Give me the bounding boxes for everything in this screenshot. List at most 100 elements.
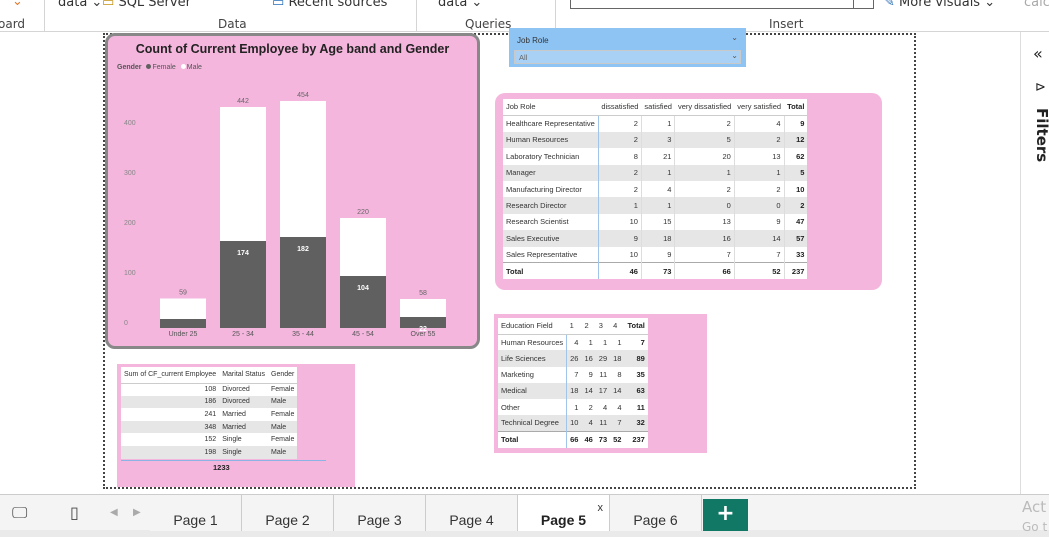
row-label: Laboratory Technician (503, 148, 599, 165)
ribbon-data-button[interactable]: data ⌄ (58, 0, 102, 10)
page-tab[interactable]: Page 6 (610, 495, 702, 531)
table-cell: 152 (204, 436, 217, 444)
table-cell: 1 (640, 164, 675, 181)
ribbon-group-data: Data (218, 17, 247, 31)
row-label: Research Director (503, 197, 599, 214)
activation-watermark: Act Go t (1022, 497, 1047, 537)
table-row[interactable]: Sales Representative 10 9 7 7 33 (503, 246, 808, 263)
row-label: Life Sciences (498, 350, 568, 367)
chevron-down-icon[interactable]: ⌄ (731, 33, 738, 42)
table-cell: 32 (624, 415, 648, 432)
table-cell: 7 (733, 246, 785, 263)
ribbon-icon-fragment: ⌄ (12, 0, 23, 9)
chevron-down-icon[interactable]: ⌄ (731, 51, 738, 60)
table-cell: 2 (597, 131, 642, 149)
table-row[interactable]: 186 Divorced Male (121, 395, 298, 409)
table-cell: 46 (581, 430, 596, 448)
bar-male (280, 101, 326, 237)
table-row[interactable]: Manufacturing Director 2 4 2 2 10 (503, 180, 808, 198)
table-row[interactable]: Human Resources 4 1 1 1 7 (498, 334, 648, 351)
table-row[interactable]: Medical 18 14 17 14 63 (498, 382, 648, 399)
table-divider (121, 460, 326, 461)
marital-status-table-visual[interactable]: Sum of CF_current Employee Marital Status… (117, 364, 355, 487)
page-tab[interactable]: Page 3 (334, 495, 426, 531)
bar-male (340, 218, 386, 276)
ribbon-transform-data-button[interactable]: data ⌄ (438, 0, 482, 10)
ribbon-calc-fragment[interactable]: calc (1024, 0, 1049, 10)
table-row[interactable]: Research Scientist 10 15 13 9 47 (503, 213, 808, 231)
bar-female-label: 104 (357, 285, 369, 292)
column-header: Sum of CF_current Employee (121, 367, 220, 384)
ribbon-sql-server-button[interactable]: ▭ SQL Server (102, 0, 191, 10)
page-tab-label: Page 2 (265, 512, 310, 528)
page-tab-bar: 🖵 ▯ ◀ ▶ Page 1 Page 2 Page 3 Page 4 Page 5xP… (0, 494, 1049, 534)
column-header: 3 (595, 318, 611, 335)
table-row[interactable]: Human Resources 2 3 5 2 12 (503, 131, 808, 149)
column-header: Education Field (498, 318, 567, 335)
table-cell: 13 (733, 148, 785, 165)
next-page-icon[interactable]: ▶ (133, 507, 141, 518)
table-cell: 4 (733, 115, 785, 132)
collapse-icon[interactable]: « (1033, 44, 1043, 63)
slicer-dropdown[interactable]: All (514, 50, 741, 64)
table-cell: 10 (783, 180, 808, 198)
table-row[interactable]: Life Sciences 26 16 29 18 89 (498, 350, 648, 367)
prev-page-icon[interactable]: ◀ (110, 507, 118, 518)
table-cell: 7 (674, 246, 735, 263)
ribbon-input-box[interactable] (570, 0, 854, 9)
desktop-view-icon[interactable]: 🖵 (12, 503, 27, 523)
table-cell: 7 (574, 370, 579, 380)
table-cell: Divorced (222, 386, 250, 394)
job-role-slicer[interactable]: Job Role ⌄ All ⌄ (509, 28, 746, 67)
table-cell: 89 (624, 350, 648, 367)
row-label: Total (503, 262, 599, 280)
table-row[interactable]: Healthcare Representative 2 1 2 4 9 (503, 115, 808, 132)
table-cell: Male (268, 395, 298, 409)
ribbon-recent-sources-button[interactable]: ▭ Recent sources (272, 0, 387, 10)
page-tab[interactable]: Page 5 x (518, 495, 610, 531)
education-field-matrix[interactable]: Education Field 1 2 3 4 Total Human Resources 4… (494, 314, 707, 453)
bar-female-label: 182 (297, 246, 309, 253)
table-row[interactable]: 241 Married Female (121, 408, 297, 421)
age-gender-chart[interactable]: Count of Current Employee by Age band an… (105, 33, 480, 349)
table-cell: 12 (783, 131, 808, 149)
table-row[interactable]: Manager 2 1 1 1 5 (503, 164, 808, 181)
table-row[interactable]: Technical Degree 10 4 11 7 32 (498, 415, 648, 432)
table-cell: 1 (733, 164, 785, 181)
table-row[interactable]: 348 Married Male (121, 420, 298, 434)
ribbon-group-insert: Insert (769, 17, 804, 31)
table-cell: 62 (783, 148, 808, 165)
mobile-view-icon[interactable]: ▯ (70, 503, 79, 522)
y-tick-label: 300 (124, 170, 136, 177)
table-row[interactable]: Other 1 2 4 4 11 (498, 398, 648, 416)
header-row: Sum of CF_current Employee Marital Status… (121, 367, 298, 384)
table-cell: 4 (581, 415, 596, 432)
table-cell: 108 (204, 386, 217, 394)
table-cell: 1 (602, 338, 608, 348)
x-tick-label: Over 55 (411, 331, 436, 338)
table-row[interactable]: 108 Divorced Female (121, 383, 297, 396)
close-icon[interactable]: x (598, 502, 604, 514)
filters-pane[interactable]: « ⊳ Filters (1020, 32, 1049, 494)
add-page-button[interactable]: + (703, 499, 748, 531)
table-row[interactable]: 152 Single Female (121, 433, 297, 446)
table-row[interactable]: Research Director 1 1 0 0 2 (503, 197, 808, 214)
table-row[interactable]: Sales Executive 9 18 16 14 57 (503, 230, 808, 247)
page-tab[interactable]: Page 1 (150, 495, 242, 531)
total-row: Total 66 46 73 52 237 (498, 430, 648, 448)
table-row[interactable]: Laboratory Technician 8 21 20 13 62 (503, 148, 808, 165)
page-tab[interactable]: Page 2 (242, 495, 334, 531)
table-cell: 11 (599, 370, 608, 380)
row-label: Sales Executive (503, 230, 599, 247)
y-tick-label: 200 (124, 220, 136, 227)
table-row[interactable]: 198 Single Male (121, 445, 298, 459)
y-tick-label: 400 (124, 120, 136, 127)
ribbon-input-dropdown[interactable] (854, 0, 874, 9)
table-cell: 241 (204, 410, 217, 418)
table-cell: 9 (597, 230, 642, 247)
page-tab[interactable]: Page 4 (426, 495, 518, 531)
ribbon-more-visuals-button[interactable]: ✎ More visuals ⌄ (884, 0, 995, 10)
job-role-satisfaction-matrix[interactable]: Job Role dissatisfied satisfied very dissat… (495, 93, 882, 290)
table-row[interactable]: Marketing 7 9 11 8 35 (498, 366, 648, 383)
table-cell: 4 (617, 402, 622, 412)
